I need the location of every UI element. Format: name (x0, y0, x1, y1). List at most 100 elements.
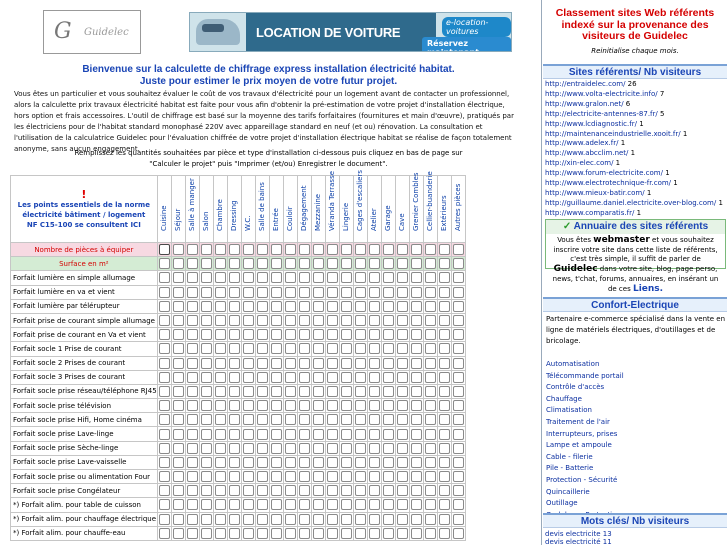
quantity-input[interactable] (438, 471, 450, 483)
quantity-input[interactable] (452, 428, 464, 440)
quantity-input[interactable] (452, 244, 464, 256)
quantity-input[interactable] (284, 272, 296, 284)
quantity-input[interactable] (424, 485, 436, 497)
quantity-input[interactable] (438, 371, 450, 383)
quantity-input[interactable] (340, 272, 352, 284)
quantity-input[interactable] (284, 442, 296, 454)
quantity-input[interactable] (284, 343, 296, 355)
site-link[interactable]: http://www.lcdiagnostic.fr/ (545, 120, 637, 128)
quantity-input[interactable] (410, 385, 422, 397)
quantity-input[interactable] (382, 485, 394, 497)
quantity-input[interactable] (298, 456, 310, 468)
quantity-input[interactable] (354, 286, 366, 298)
quantity-input[interactable] (452, 400, 464, 412)
quantity-input[interactable] (452, 414, 464, 426)
quantity-input[interactable] (326, 442, 338, 454)
quantity-input[interactable] (158, 357, 170, 369)
quantity-input[interactable] (368, 456, 380, 468)
site-link[interactable]: http://guillaume.daniel.electricite.over… (545, 199, 716, 207)
quantity-input[interactable] (438, 300, 450, 312)
quantity-input[interactable] (340, 286, 352, 298)
quantity-input[interactable] (452, 513, 464, 525)
quantity-input[interactable] (242, 499, 254, 511)
quantity-input[interactable] (452, 527, 464, 539)
quantity-input[interactable] (256, 499, 268, 511)
quantity-input[interactable] (340, 343, 352, 355)
quantity-input[interactable] (312, 414, 324, 426)
quantity-input[interactable] (396, 244, 408, 256)
quantity-input[interactable] (270, 272, 282, 284)
site-link[interactable]: http://www.comparatis.fr/ (545, 209, 634, 217)
quantity-input[interactable] (214, 300, 226, 312)
quantity-input[interactable] (452, 371, 464, 383)
quantity-input[interactable] (270, 527, 282, 539)
quantity-input[interactable] (284, 485, 296, 497)
quantity-input[interactable] (200, 527, 212, 539)
quantity-input[interactable] (326, 371, 338, 383)
quantity-input[interactable] (326, 315, 338, 327)
quantity-input[interactable] (214, 442, 226, 454)
quantity-input[interactable] (326, 300, 338, 312)
quantity-input[interactable] (452, 485, 464, 497)
quantity-input[interactable] (424, 400, 436, 412)
quantity-input[interactable] (228, 286, 240, 298)
site-link[interactable]: http://www.mieux-batir.com/ (545, 189, 645, 197)
site-link[interactable]: http://www.electrotechnique-fr.com/ (545, 179, 671, 187)
quantity-input[interactable] (326, 258, 338, 270)
quantity-input[interactable] (256, 357, 268, 369)
quantity-input[interactable] (256, 300, 268, 312)
quantity-input[interactable] (214, 286, 226, 298)
category-link[interactable]: Protection - Sécurité (546, 475, 726, 487)
keyword-item[interactable]: devis electricité 11 (545, 538, 727, 545)
quantity-input[interactable] (340, 513, 352, 525)
quantity-input[interactable] (158, 343, 170, 355)
site-link[interactable]: http://entraidelec.com/ (545, 80, 625, 88)
quantity-input[interactable] (256, 471, 268, 483)
quantity-input[interactable] (242, 456, 254, 468)
quantity-input[interactable] (410, 357, 422, 369)
quantity-input[interactable] (368, 329, 380, 341)
quantity-input[interactable] (256, 286, 268, 298)
quantity-input[interactable] (200, 385, 212, 397)
quantity-input[interactable] (424, 428, 436, 440)
quantity-input[interactable] (354, 315, 366, 327)
confort-header[interactable]: Confort-Electrique (543, 297, 727, 312)
quantity-input[interactable] (298, 499, 310, 511)
quantity-input[interactable] (354, 499, 366, 511)
quantity-input[interactable] (340, 499, 352, 511)
quantity-input[interactable] (242, 513, 254, 525)
quantity-input[interactable] (452, 456, 464, 468)
quantity-input[interactable] (200, 329, 212, 341)
quantity-input[interactable] (200, 513, 212, 525)
quantity-input[interactable] (242, 400, 254, 412)
quantity-input[interactable] (214, 471, 226, 483)
quantity-input[interactable] (382, 513, 394, 525)
quantity-input[interactable] (200, 300, 212, 312)
quantity-input[interactable] (158, 371, 170, 383)
quantity-input[interactable] (242, 329, 254, 341)
quantity-input[interactable] (256, 244, 268, 256)
quantity-input[interactable] (158, 485, 170, 497)
quantity-input[interactable] (368, 400, 380, 412)
quantity-input[interactable] (158, 428, 170, 440)
quantity-input[interactable] (396, 456, 408, 468)
quantity-input[interactable] (298, 272, 310, 284)
quantity-input[interactable] (172, 414, 184, 426)
quantity-input[interactable] (326, 471, 338, 483)
quantity-input[interactable] (424, 244, 436, 256)
quantity-input[interactable] (172, 428, 184, 440)
quantity-input[interactable] (284, 513, 296, 525)
quantity-input[interactable] (438, 428, 450, 440)
quantity-input[interactable] (396, 258, 408, 270)
quantity-input[interactable] (228, 414, 240, 426)
quantity-input[interactable] (186, 371, 198, 383)
quantity-input[interactable] (228, 329, 240, 341)
quantity-input[interactable] (438, 485, 450, 497)
quantity-input[interactable] (270, 300, 282, 312)
quantity-input[interactable] (256, 329, 268, 341)
quantity-input[interactable] (326, 428, 338, 440)
keyword-item[interactable]: devis electricite 13 (545, 530, 727, 538)
quantity-input[interactable] (424, 371, 436, 383)
quantity-input[interactable] (228, 513, 240, 525)
quantity-input[interactable] (172, 244, 184, 256)
